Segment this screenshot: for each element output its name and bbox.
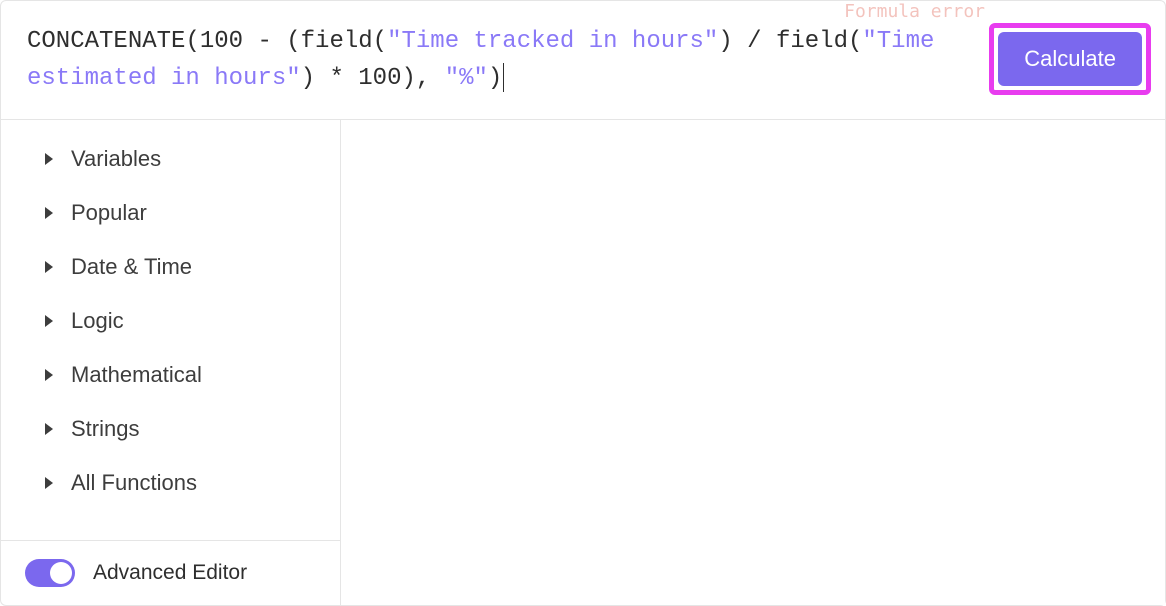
formula-error-hint: Formula error xyxy=(844,1,985,22)
category-label: Variables xyxy=(71,146,161,172)
formula-input[interactable]: CONCATENATE(100 - (field("Time tracked i… xyxy=(27,23,989,97)
calculate-highlight: Calculate xyxy=(989,23,1151,95)
chevron-right-icon xyxy=(45,423,53,435)
chevron-right-icon xyxy=(45,477,53,489)
string-literal: "Time tracked in hours" xyxy=(387,28,718,55)
advanced-editor-label: Advanced Editor xyxy=(93,561,247,585)
category-label: Date & Time xyxy=(71,254,192,280)
string-literal: "%" xyxy=(445,65,488,92)
category-label: All Functions xyxy=(71,470,197,496)
category-list: Variables Popular Date & Time Logic Mathemat… xyxy=(1,120,340,540)
category-item[interactable]: Strings xyxy=(1,402,340,456)
category-item[interactable]: Date & Time xyxy=(1,240,340,294)
chevron-right-icon xyxy=(45,315,53,327)
sidebar-footer: Advanced Editor xyxy=(1,540,340,605)
function-name: CONCATENATE xyxy=(27,28,185,55)
formula-editor-panel: Formula error CONCATENATE(100 - (field("… xyxy=(0,0,1166,606)
editor-body: Variables Popular Date & Time Logic Mathemat… xyxy=(1,120,1165,605)
formula-token: ) / field( xyxy=(718,28,862,55)
category-label: Logic xyxy=(71,308,124,334)
toggle-knob xyxy=(50,562,72,584)
formula-token: ) xyxy=(488,65,502,92)
category-label: Popular xyxy=(71,200,147,226)
category-label: Mathematical xyxy=(71,362,202,388)
chevron-right-icon xyxy=(45,153,53,165)
formula-token: (100 - (field( xyxy=(185,28,387,55)
category-item[interactable]: All Functions xyxy=(1,456,340,510)
chevron-right-icon xyxy=(45,207,53,219)
text-cursor xyxy=(503,63,504,92)
advanced-editor-toggle[interactable] xyxy=(25,559,75,587)
function-sidebar: Variables Popular Date & Time Logic Mathemat… xyxy=(1,120,341,605)
formula-token: ) * 100), xyxy=(301,65,445,92)
chevron-right-icon xyxy=(45,261,53,273)
calculate-button[interactable]: Calculate xyxy=(998,32,1142,86)
category-item[interactable]: Logic xyxy=(1,294,340,348)
category-label: Strings xyxy=(71,416,139,442)
chevron-right-icon xyxy=(45,369,53,381)
category-item[interactable]: Variables xyxy=(1,132,340,186)
function-detail-panel xyxy=(341,120,1165,605)
formula-bar: Formula error CONCATENATE(100 - (field("… xyxy=(1,1,1165,120)
category-item[interactable]: Mathematical xyxy=(1,348,340,402)
category-item[interactable]: Popular xyxy=(1,186,340,240)
